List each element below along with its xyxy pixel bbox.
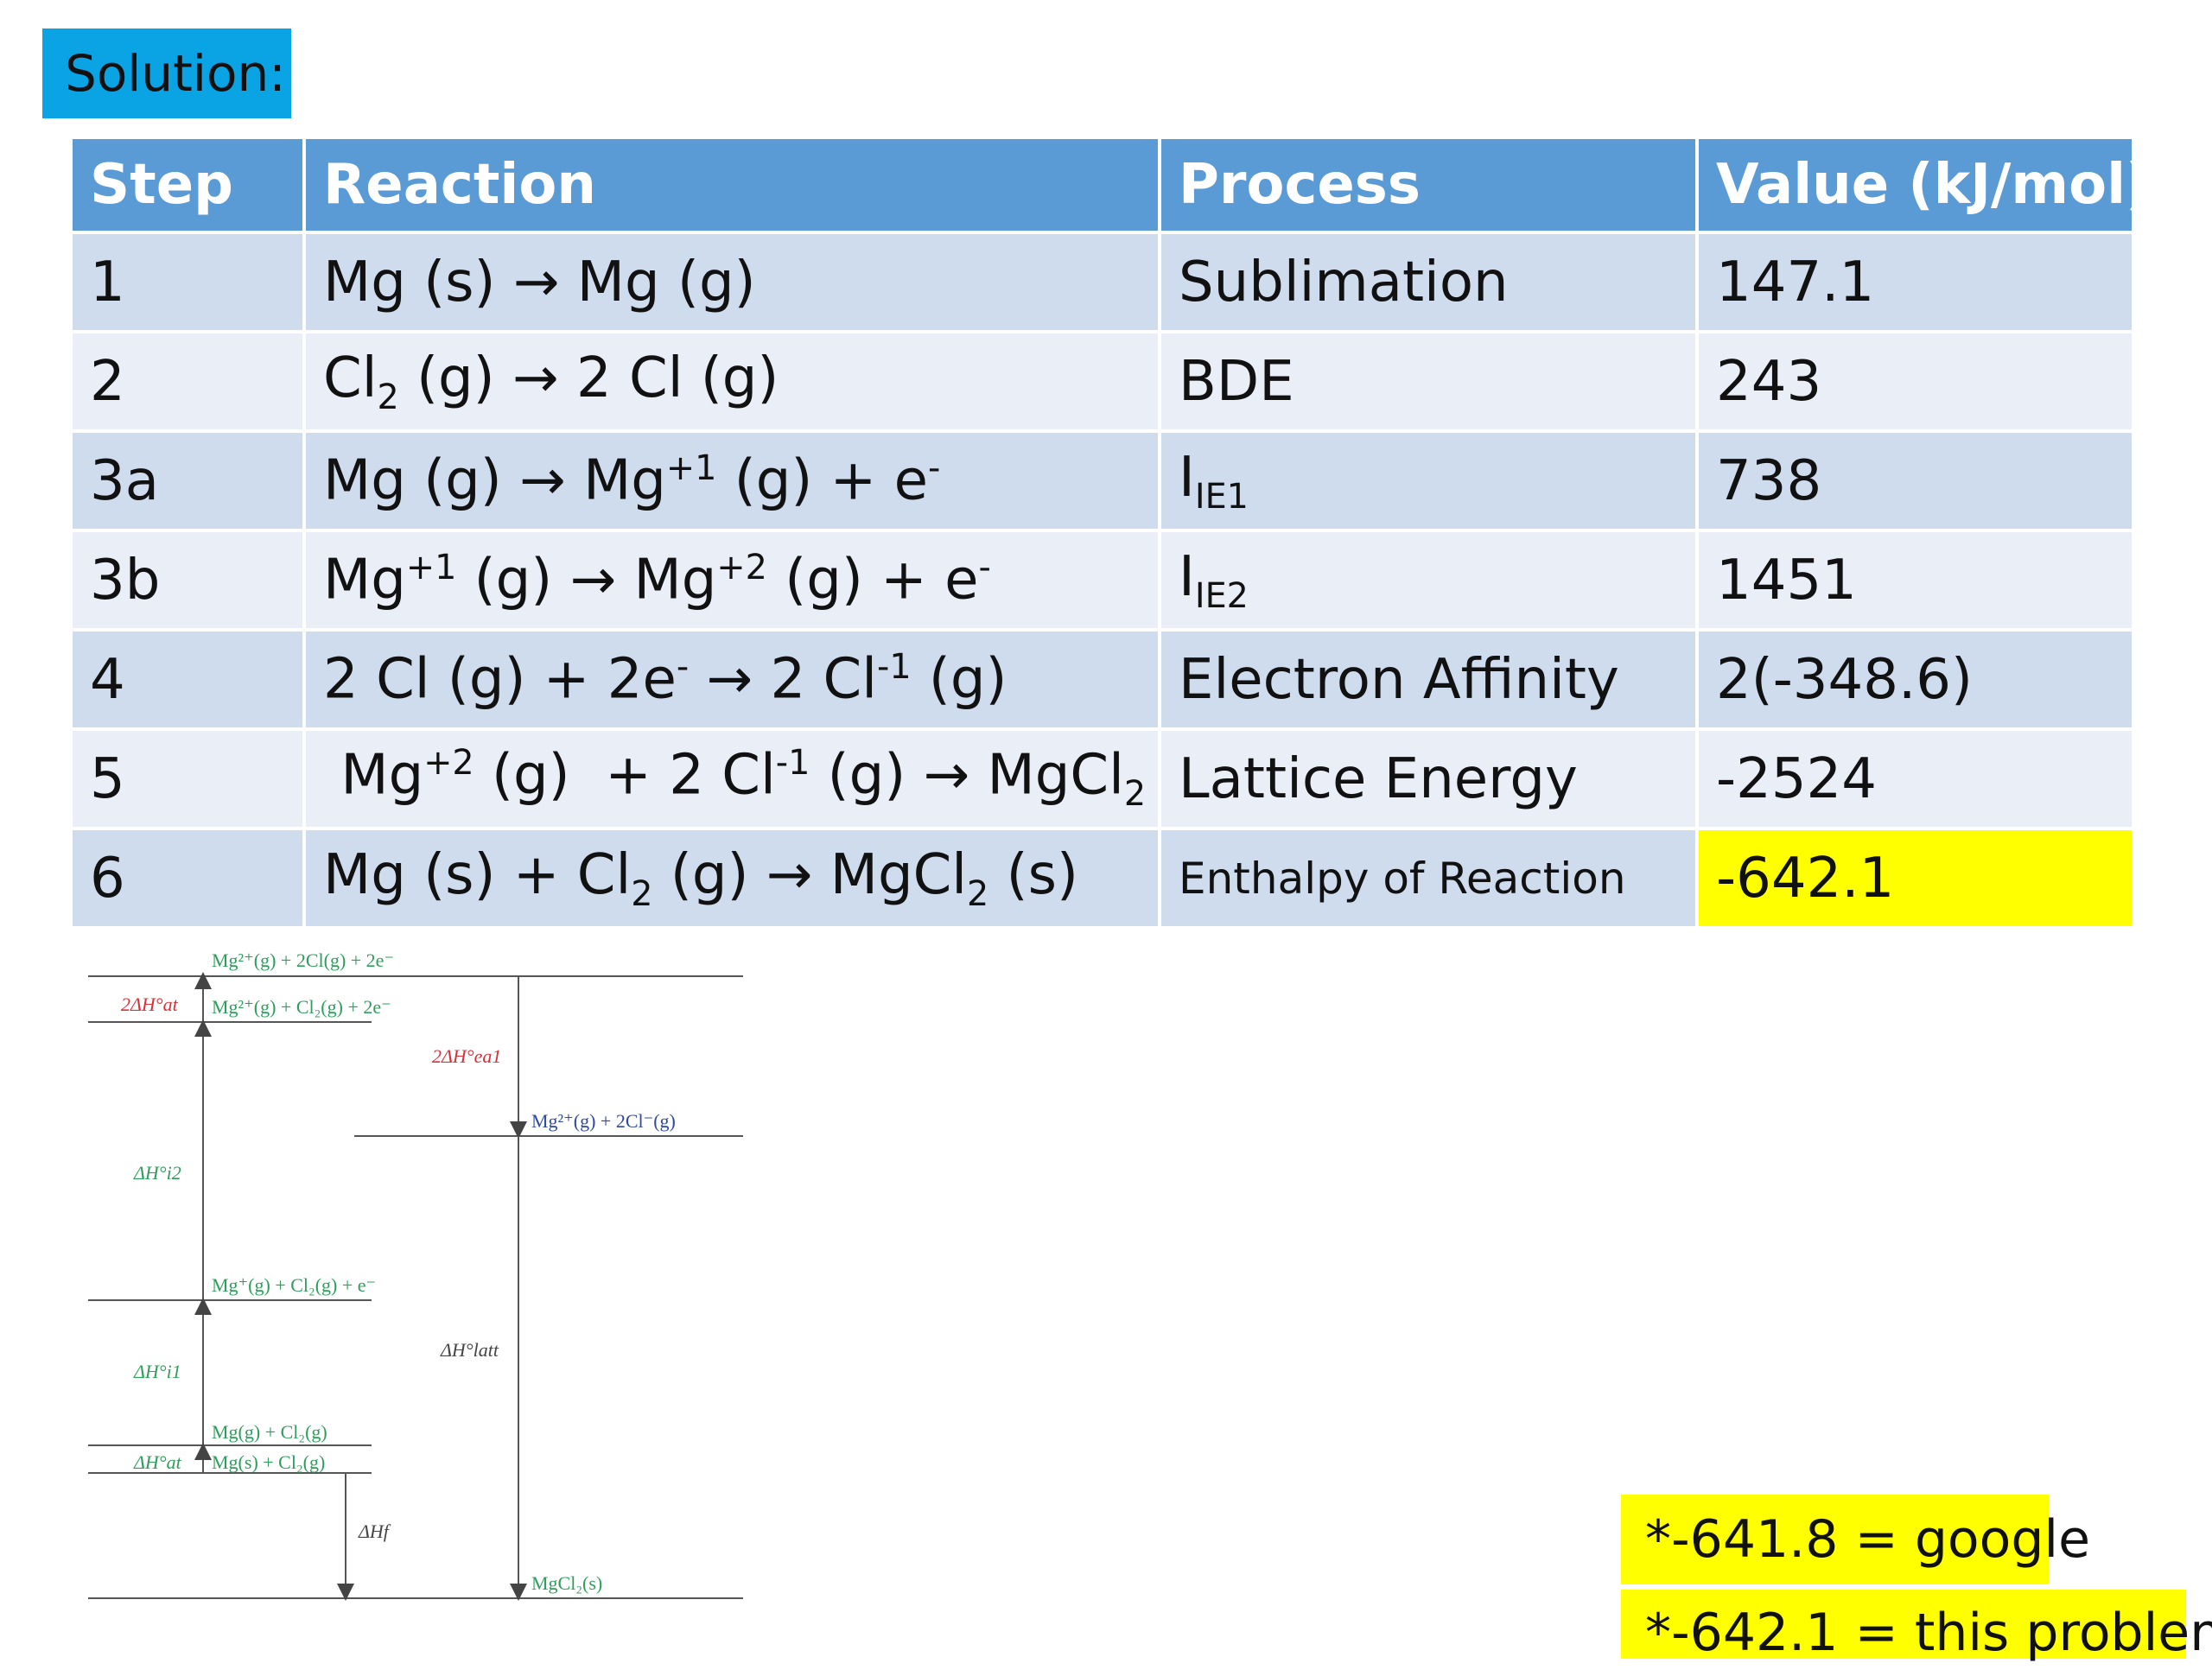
arrow-label-lat: ΔH°latt: [440, 1339, 499, 1361]
header-process: Process: [1158, 136, 1699, 234]
cell-process: Enthalpy of Reaction: [1158, 827, 1699, 930]
cell-process: Lattice Energy: [1158, 727, 1699, 830]
born-haber-table: Step Reaction Process Value (kJ/mol) 1 M…: [69, 136, 2135, 930]
table-row: 3a Mg (g) → Mg+1 (g) + e- IIE1 738: [69, 429, 2135, 532]
cell-value: 243: [1695, 330, 2135, 433]
level-label-mgplus: Mg⁺(g) + Cl₂(g) + e⁻: [212, 1274, 376, 1296]
level-label-second: Mg²⁺(g) + Cl₂(g) + 2e⁻: [212, 996, 391, 1018]
cell-value: -2524: [1695, 727, 2135, 830]
arrow-label-i1: ΔH°i1: [133, 1361, 181, 1382]
header-step: Step: [69, 136, 306, 234]
arrow-label-i2: ΔH°i2: [133, 1162, 181, 1184]
note-google: *-641.8 = google: [1621, 1495, 2090, 1584]
cell-reaction: 2 Cl (g) + 2e- → 2 Cl-1 (g): [302, 628, 1161, 731]
table-row: 1 Mg (s) → Mg (g) Sublimation 147.1: [69, 231, 2135, 333]
level-label-mggas: Mg(g) + Cl₂(g): [212, 1421, 327, 1443]
cell-step: 6: [69, 827, 306, 930]
cell-process: BDE: [1158, 330, 1699, 433]
cell-step: 4: [69, 628, 306, 731]
table-row: 4 2 Cl (g) + 2e- → 2 Cl-1 (g) Electron A…: [69, 628, 2135, 731]
cell-reaction: Mg+2 (g) + 2 Cl-1 (g) → MgCl2 (s): [302, 727, 1161, 830]
level-label-mgsolid: Mg(s) + Cl₂(g): [212, 1451, 325, 1473]
cell-step: 2: [69, 330, 306, 433]
cell-value-result: -642.1: [1695, 827, 2135, 930]
cell-process: IIE2: [1158, 529, 1699, 632]
level-label-ions: Mg²⁺(g) + 2Cl⁻(g): [531, 1110, 676, 1132]
cell-process: Sublimation: [1158, 231, 1699, 333]
cell-value: 738: [1695, 429, 2135, 532]
cell-reaction: Mg (s) → Mg (g): [302, 231, 1161, 333]
cell-value: 147.1: [1695, 231, 2135, 333]
cell-reaction: Cl2 (g) → 2 Cl (g): [302, 330, 1161, 433]
cell-step: 3b: [69, 529, 306, 632]
table-header-row: Step Reaction Process Value (kJ/mol): [69, 136, 2135, 234]
cell-process: Electron Affinity: [1158, 628, 1699, 731]
arrow-label-f: ΔHf: [358, 1520, 391, 1542]
table-row: 3b Mg+1 (g) → Mg+2 (g) + e- IIE2 1451: [69, 529, 2135, 632]
cell-value: 1451: [1695, 529, 2135, 632]
level-label-product: MgCl₂(s): [531, 1572, 602, 1594]
cell-reaction: Mg (s) + Cl2 (g) → MgCl2 (s): [302, 827, 1161, 930]
header-reaction: Reaction: [302, 136, 1161, 234]
cell-step: 1: [69, 231, 306, 333]
cell-value: 2(-348.6): [1695, 628, 2135, 731]
cell-step: 5: [69, 727, 306, 830]
arrow-label-ea: 2ΔH°ea1: [432, 1045, 501, 1067]
cell-reaction: Mg+1 (g) → Mg+2 (g) + e-: [302, 529, 1161, 632]
cell-process: IIE1: [1158, 429, 1699, 532]
cell-step: 3a: [69, 429, 306, 532]
table-row: 5 Mg+2 (g) + 2 Cl-1 (g) → MgCl2 (s) Latt…: [69, 727, 2135, 830]
cell-reaction: Mg (g) → Mg+1 (g) + e-: [302, 429, 1161, 532]
solution-heading: Solution:: [42, 29, 291, 118]
header-value: Value (kJ/mol): [1695, 136, 2135, 234]
table-row: 2 Cl2 (g) → 2 Cl (g) BDE 243: [69, 330, 2135, 433]
arrow-label-at: 2ΔH°at: [121, 994, 179, 1015]
table-row: 6 Mg (s) + Cl2 (g) → MgCl2 (s) Enthalpy …: [69, 827, 2135, 930]
note-this-problem: *-642.1 = this problem: [1621, 1590, 2212, 1663]
arrow-label-sub: ΔH°at: [133, 1451, 182, 1473]
level-label-top: Mg²⁺(g) + 2Cl(g) + 2e⁻: [212, 949, 394, 971]
born-haber-cycle-diagram: Mg²⁺(g) + 2Cl(g) + 2e⁻ Mg²⁺(g) + Cl₂(g) …: [88, 949, 743, 1601]
